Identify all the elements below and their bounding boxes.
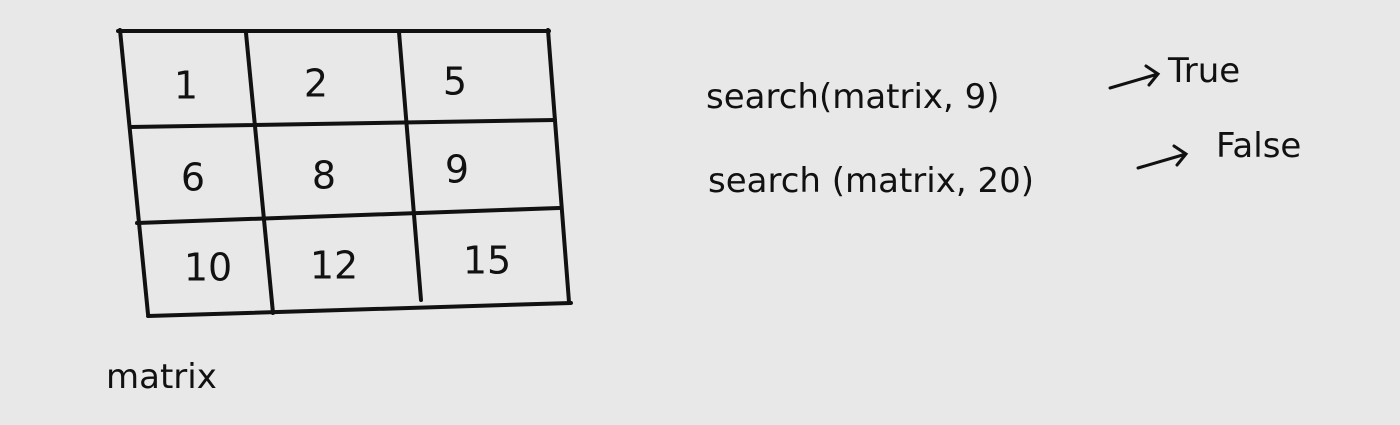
grid-line-row2	[135, 206, 561, 225]
grid-line-row1	[128, 118, 557, 129]
matrix-cell: 15	[463, 239, 511, 283]
matrix-cell: 5	[443, 60, 467, 104]
matrix-cell: 6	[181, 156, 205, 200]
matrix-cell: 2	[304, 62, 328, 106]
right-arrow-icon	[1108, 64, 1161, 90]
matrix-cell: 1	[174, 64, 198, 108]
matrix-cell: 8	[312, 154, 336, 198]
grid-line-right	[546, 28, 571, 304]
matrix-label: matrix	[106, 357, 217, 397]
grid-line-col2	[397, 30, 423, 302]
matrix-cell: 10	[184, 246, 232, 290]
right-arrow-icon	[1136, 144, 1189, 170]
matrix-cell: 9	[445, 148, 469, 192]
whiteboard-diagram: 1 2 5 6 8 9 10 12 15 matrix search(matri…	[106, 28, 1301, 397]
grid-line-bottom	[146, 301, 573, 318]
example-2: search (matrix, 20) False	[708, 126, 1301, 201]
example-call: search (matrix, 20)	[708, 161, 1034, 201]
grid-line-left	[118, 28, 150, 316]
matrix-cells: 1 2 5 6 8 9 10 12 15	[174, 60, 511, 290]
matrix-cell: 12	[310, 244, 358, 288]
example-result: False	[1216, 126, 1301, 166]
example-result: True	[1167, 51, 1240, 91]
grid-line-col1	[244, 31, 275, 315]
example-1: search(matrix, 9) True	[706, 51, 1240, 117]
example-call: search(matrix, 9)	[706, 77, 1000, 117]
